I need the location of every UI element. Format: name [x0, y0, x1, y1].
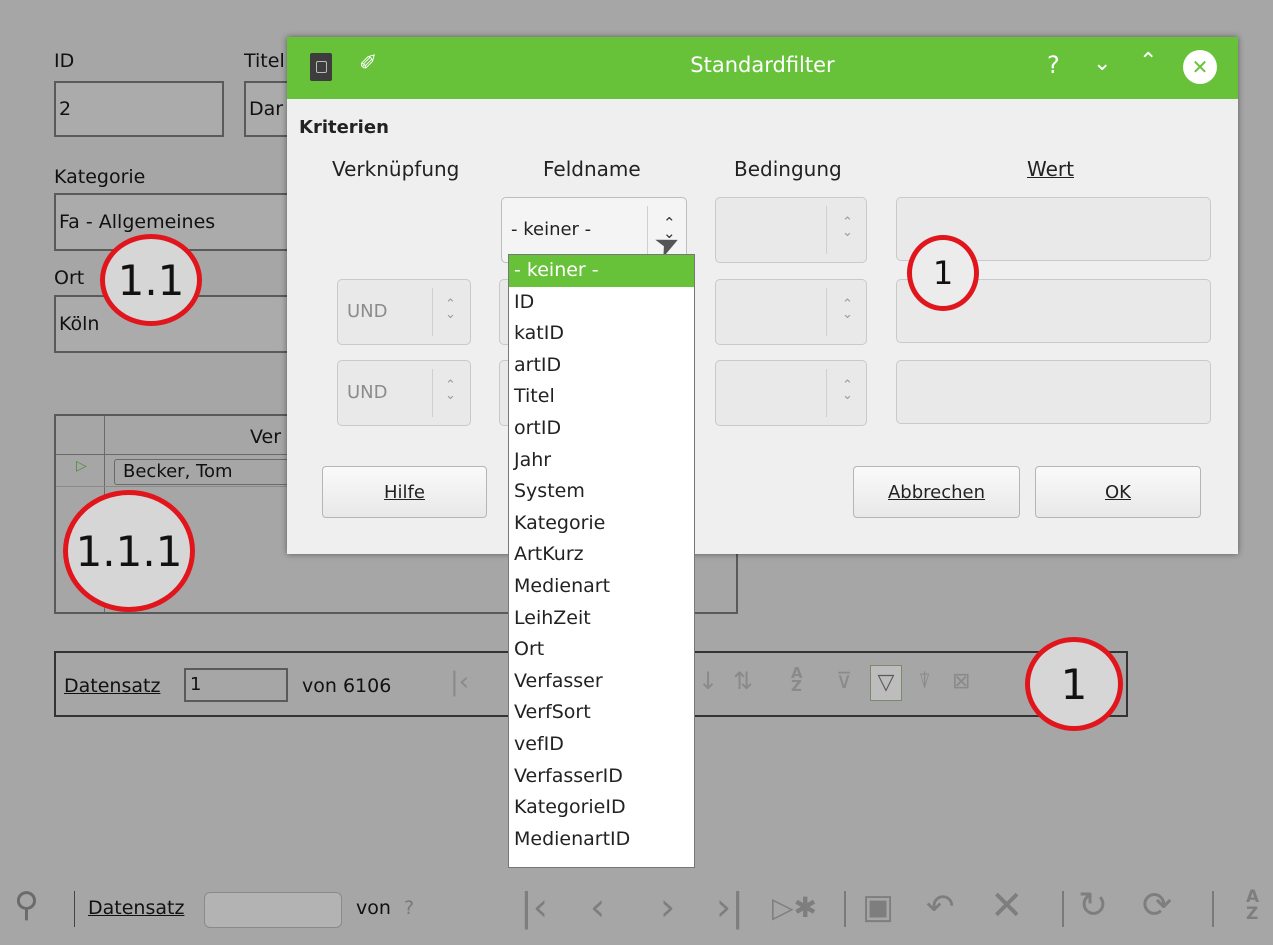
- toolbar-separator: [1212, 891, 1214, 927]
- record-count-label: von 6106: [302, 675, 392, 697]
- column-header-bedingung: Bedingung: [734, 157, 842, 181]
- condition-select-row2[interactable]: ⌃ ⌄: [715, 279, 867, 345]
- dropdown-option[interactable]: Ort: [509, 634, 694, 666]
- ok-button[interactable]: OK: [1035, 466, 1201, 518]
- value-input-row3[interactable]: [896, 360, 1211, 424]
- rebuild-icon[interactable]: ⟳: [1142, 885, 1172, 926]
- toolbar-record-total: ?: [404, 897, 415, 919]
- close-icon[interactable]: ✕: [1183, 50, 1217, 84]
- column-header-feldname: Feldname: [543, 157, 641, 181]
- operator-select-row3[interactable]: UND ⌃ ⌄: [337, 360, 471, 426]
- dropdown-option[interactable]: MedienartID: [509, 824, 694, 856]
- dropdown-option[interactable]: KategorieID: [509, 792, 694, 824]
- toolbar-separator: [844, 891, 846, 927]
- condition-select-row3[interactable]: ⌃ ⌄: [715, 360, 867, 426]
- search-icon[interactable]: ⚲: [14, 885, 39, 925]
- titel-label: Titel: [244, 50, 285, 72]
- dropdown-option[interactable]: ID: [509, 287, 694, 319]
- operator-select-row3-value: UND: [347, 382, 388, 403]
- kategorie-label: Kategorie: [54, 166, 146, 188]
- toolbar-record-input[interactable]: [204, 892, 342, 928]
- dropdown-option[interactable]: Kategorie: [509, 508, 694, 540]
- standard-filter-dialog: ✐ Standardfilter ? ⌄ ⌃ ✕ Kriterien Verkn…: [287, 37, 1238, 554]
- condition-select-row1[interactable]: ⌃ ⌄: [715, 197, 867, 263]
- dropdown-option[interactable]: katID: [509, 318, 694, 350]
- last-record-icon[interactable]: ›|: [716, 885, 744, 929]
- id-field[interactable]: 2: [54, 81, 224, 137]
- apply-filter-icon[interactable]: ⍒: [918, 669, 931, 694]
- toolbar-separator: [1062, 891, 1064, 927]
- autofilter-icon[interactable]: ⊽: [836, 669, 852, 694]
- annotation-marker: 1.1: [100, 234, 202, 326]
- next-record-icon[interactable]: ›: [660, 885, 675, 929]
- column-header-wert: Wert: [1027, 157, 1074, 181]
- dropdown-option[interactable]: Medienart: [509, 571, 694, 603]
- datensatz-label: Datensatz: [64, 675, 161, 697]
- minimize-icon[interactable]: ⌄: [1093, 51, 1111, 76]
- annotation-marker: 1.1.1: [63, 490, 195, 612]
- dropdown-option[interactable]: ortID: [509, 413, 694, 445]
- dialog-titlebar: ✐ Standardfilter ? ⌄ ⌃ ✕: [287, 37, 1238, 99]
- help-icon[interactable]: ?: [1047, 51, 1060, 79]
- dropdown-option[interactable]: - keiner -: [509, 255, 694, 287]
- operator-select-row2[interactable]: UND ⌃ ⌄: [337, 279, 471, 345]
- grid-cell[interactable]: Becker, Tom: [114, 459, 304, 485]
- sort-icon[interactable]: ⇅: [733, 667, 753, 695]
- record-number-input[interactable]: 1: [184, 668, 288, 702]
- toolbar-of-label: von: [356, 897, 391, 919]
- bottom-toolbar: ⚲ Datensatz von ? |‹ ‹ › ›| ▷✱ ▣ ↶ ✕ ↻ ⟳…: [0, 869, 1273, 945]
- column-header-verknuepfung: Verknüpfung: [332, 157, 460, 181]
- reset-filter-icon[interactable]: ⊠: [952, 669, 970, 694]
- cancel-button-label: Abbrechen: [887, 481, 986, 503]
- first-record-icon[interactable]: |‹: [450, 667, 469, 697]
- previous-record-icon[interactable]: ‹: [590, 885, 605, 929]
- field-name-select-row1-value: - keiner -: [511, 219, 592, 240]
- dropdown-option[interactable]: VerfSort: [509, 697, 694, 729]
- first-record-icon[interactable]: |‹: [520, 885, 548, 929]
- ort-label: Ort: [54, 267, 85, 289]
- toolbar-datensatz-label: Datensatz: [88, 897, 185, 919]
- criteria-section-label: Kriterien: [299, 117, 389, 138]
- id-label: ID: [54, 50, 75, 72]
- help-button-label: Hilfe: [384, 481, 425, 503]
- undo-icon[interactable]: ↶: [926, 887, 955, 927]
- help-button[interactable]: Hilfe: [322, 466, 487, 518]
- dropdown-option[interactable]: vefID: [509, 729, 694, 761]
- dropdown-option[interactable]: LeihZeit: [509, 603, 694, 635]
- dropdown-option[interactable]: ArtKurz: [509, 539, 694, 571]
- new-record-icon[interactable]: ▷✱: [772, 891, 817, 924]
- delete-record-icon[interactable]: ✕: [990, 883, 1024, 929]
- annotation-marker: 1: [1025, 637, 1123, 731]
- sort-descending-icon[interactable]: ↓: [698, 667, 718, 695]
- dropdown-option[interactable]: Titel: [509, 381, 694, 413]
- operator-select-row2-value: UND: [347, 301, 388, 322]
- dropdown-option[interactable]: System: [509, 476, 694, 508]
- save-record-icon[interactable]: ▣: [862, 887, 894, 927]
- toolbar-separator: [74, 891, 75, 927]
- refresh-icon[interactable]: ↻: [1078, 885, 1108, 926]
- field-name-dropdown-list[interactable]: - keiner - ID katID artID Titel ortID Jahr Syst…: [508, 254, 695, 868]
- row-pointer-icon: ▷: [76, 458, 87, 474]
- cancel-button[interactable]: Abbrechen: [853, 466, 1020, 518]
- annotation-marker: 1: [907, 235, 979, 311]
- sort-az-icon[interactable]: AZ: [1246, 889, 1259, 923]
- dropdown-option[interactable]: artID: [509, 350, 694, 382]
- sort-az-icon[interactable]: AZ: [791, 666, 803, 694]
- ok-button-label: OK: [1105, 481, 1131, 503]
- standard-filter-icon[interactable]: ▽: [870, 665, 902, 701]
- dropdown-option[interactable]: Verfasser: [509, 666, 694, 698]
- dropdown-option[interactable]: Jahr: [509, 445, 694, 477]
- maximize-icon[interactable]: ⌃: [1139, 49, 1157, 74]
- grid-column-header: Ver: [250, 426, 282, 448]
- dropdown-option[interactable]: VerfasserID: [509, 761, 694, 793]
